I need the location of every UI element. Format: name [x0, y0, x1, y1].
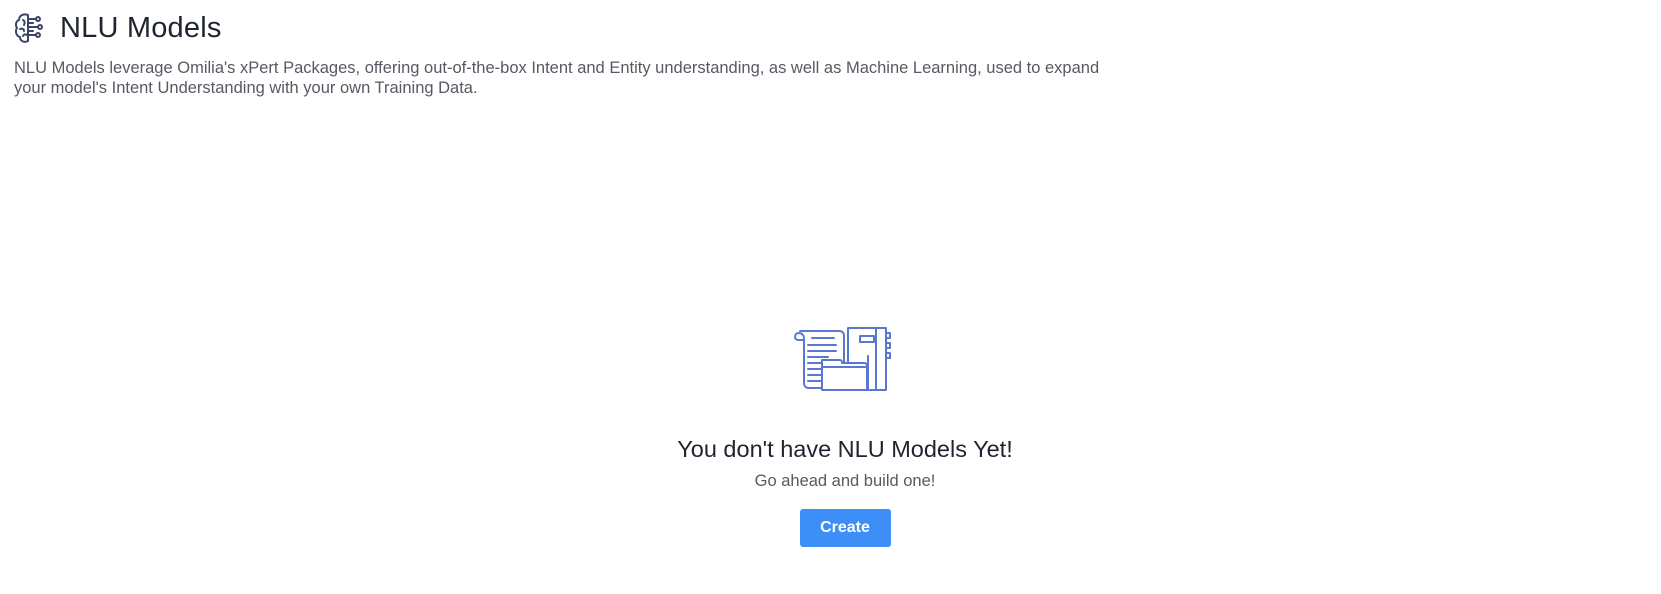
brain-icon — [14, 11, 44, 45]
page-description: NLU Models leverage Omilia's xPert Packa… — [14, 59, 1100, 97]
empty-state-title: You don't have NLU Models Yet! — [677, 436, 1013, 462]
documents-illustration — [790, 326, 900, 396]
create-button[interactable]: Create — [799, 509, 891, 547]
empty-state: You don't have NLU Models Yet! Go ahead … — [0, 326, 1661, 547]
empty-state-subtitle: Go ahead and build one! — [754, 472, 936, 490]
page-header: NLU Models — [14, 10, 222, 46]
page-title: NLU Models — [60, 12, 222, 44]
